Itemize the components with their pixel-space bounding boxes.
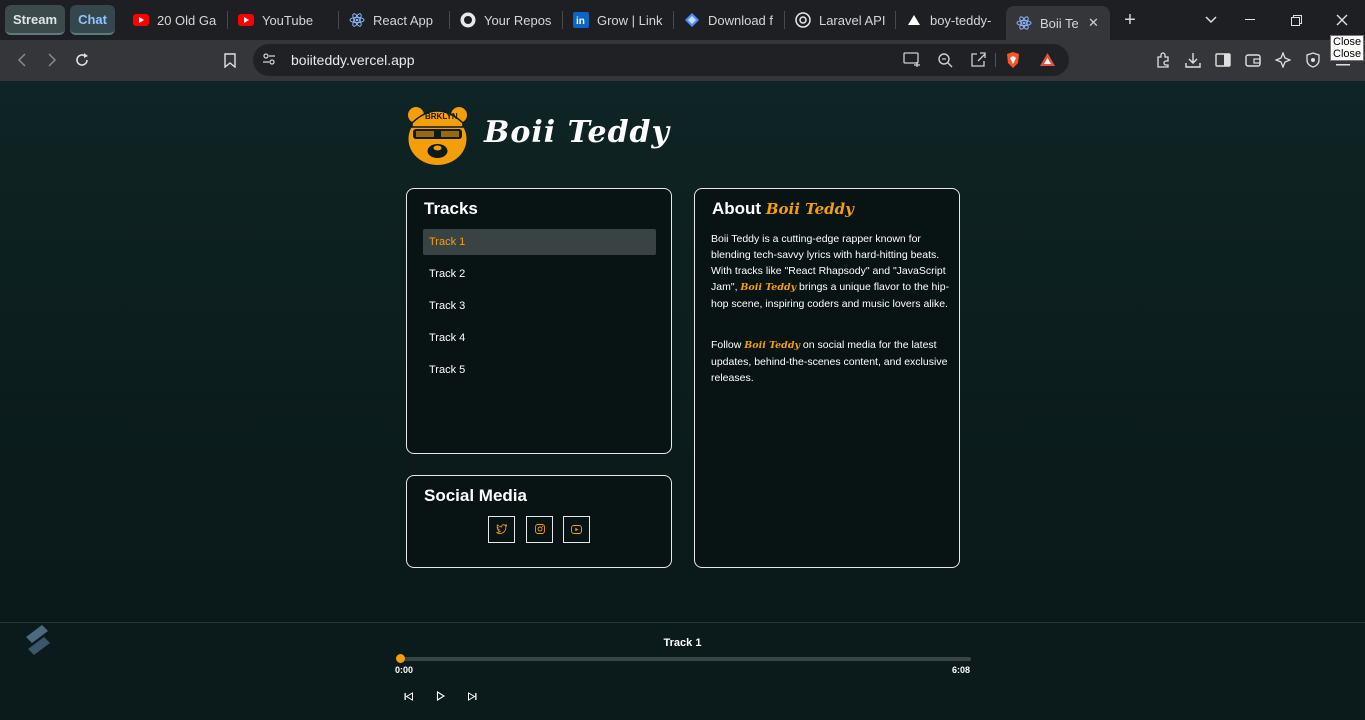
omnibox-divider	[995, 53, 996, 67]
bookmark-icon[interactable]	[215, 45, 245, 75]
download-site-icon	[684, 12, 700, 28]
social-media-heading: Social Media	[424, 486, 527, 505]
sidebar-icon[interactable]	[1208, 45, 1238, 75]
forward-icon[interactable]	[37, 45, 67, 75]
svg-text:in: in	[576, 16, 585, 27]
site-brand-title[interactable]: Boii Teddy	[484, 115, 670, 150]
instagram-icon	[534, 521, 545, 539]
browser-tab[interactable]: YouTube	[228, 0, 338, 40]
restore-icon[interactable]	[1273, 0, 1319, 40]
browser-tab[interactable]: in Grow | Linke	[563, 0, 673, 40]
now-playing-title: Track 1	[663, 637, 702, 649]
play-icon[interactable]	[433, 689, 447, 703]
reload-icon[interactable]	[67, 45, 97, 75]
tracks-card: Tracks Track 1 Track 2 Track 3 Track 4 T…	[406, 188, 672, 454]
twitter-icon	[496, 521, 508, 539]
progress-bar[interactable]	[396, 654, 971, 663]
youtube-icon	[132, 12, 149, 28]
browser-tab[interactable]: Your Reposi	[450, 0, 562, 40]
tab-group-chat[interactable]: Chat	[70, 5, 115, 35]
share-icon[interactable]	[970, 51, 987, 73]
close-window-icon[interactable]	[1319, 0, 1365, 40]
youtube-icon	[571, 521, 582, 539]
brave-rewards-icon[interactable]	[1039, 52, 1056, 72]
total-duration: 6:08	[952, 665, 971, 675]
about-card: About Boii Teddy Boii Teddy is a cutting…	[694, 188, 960, 568]
browser-toolbar: boiiteddy.vercel.app	[0, 40, 1365, 81]
browser-tab-active[interactable]: Boii Te ✕	[1005, 6, 1110, 40]
tab-title: boy-teddy-	[929, 12, 992, 28]
tab-title: React App	[372, 12, 433, 28]
tracks-heading: Tracks	[424, 199, 478, 218]
track-item-3[interactable]: Track 3	[423, 293, 656, 319]
openai-icon	[795, 12, 811, 28]
audio-player: Track 1 0:00 6:08	[0, 622, 1365, 720]
tab-title: Your Reposi	[483, 12, 552, 28]
tab-title: Laravel API	[818, 12, 885, 28]
browser-tab-strip: Stream Chat 20 Old Gam YouTube React App…	[0, 0, 1365, 40]
track-item-5[interactable]: Track 5	[423, 357, 656, 383]
about-heading: About Boii Teddy	[712, 199, 854, 219]
tab-title: Boii Te	[1039, 15, 1078, 31]
track-item-4[interactable]: Track 4	[423, 325, 656, 351]
previous-track-icon[interactable]	[401, 689, 415, 703]
brand-mention: Boii Teddy	[744, 340, 800, 351]
close-tooltip: Close Close	[1330, 35, 1365, 61]
vpn-icon[interactable]	[1298, 45, 1328, 75]
twitter-link[interactable]	[488, 516, 515, 543]
track-item-2[interactable]: Track 2	[423, 261, 656, 287]
about-paragraph-1: Boii Teddy is a cutting-edge rapper know…	[711, 231, 951, 312]
browser-tab[interactable]: Laravel API	[785, 0, 895, 40]
tab-title: Grow | Linke	[596, 12, 663, 28]
leo-ai-icon[interactable]	[1268, 45, 1298, 75]
tab-group-stream[interactable]: Stream	[5, 5, 66, 35]
about-paragraph-2: Follow Boii Teddy on social media for th…	[711, 337, 951, 386]
tab-title: Download f	[707, 12, 774, 28]
tab-title: YouTube	[261, 12, 314, 28]
about-heading-prefix: About	[712, 199, 762, 218]
logo-text: BRKLYN	[425, 112, 458, 121]
react-icon	[1016, 15, 1032, 31]
progress-handle[interactable]	[396, 654, 405, 663]
browser-tab[interactable]: React App	[339, 0, 449, 40]
about-heading-brand: Boii Teddy	[765, 200, 854, 218]
github-icon	[460, 12, 476, 28]
back-icon[interactable]	[7, 45, 37, 75]
downloads-icon[interactable]	[1178, 45, 1208, 75]
brave-shield-icon[interactable]	[1005, 51, 1021, 74]
extensions-icon[interactable]	[1148, 45, 1178, 75]
browser-tab[interactable]: boy-teddy-	[896, 0, 1006, 40]
bear-logo: BRKLYN	[406, 99, 469, 167]
wallet-icon[interactable]	[1238, 45, 1268, 75]
vercel-icon	[906, 12, 922, 28]
current-time: 0:00	[395, 665, 414, 675]
minimize-icon[interactable]	[1227, 0, 1273, 40]
linkedin-icon: in	[572, 12, 589, 28]
about-text: Follow	[711, 339, 745, 351]
next-track-icon[interactable]	[465, 689, 479, 703]
brand-mention: Boii Teddy	[740, 282, 797, 293]
browser-tab[interactable]: 20 Old Gam	[123, 0, 227, 40]
zoom-icon[interactable]	[937, 52, 953, 73]
cast-icon[interactable]	[903, 52, 921, 72]
close-tab-icon[interactable]: ✕	[1088, 15, 1099, 31]
react-icon	[349, 12, 365, 28]
youtube-icon	[237, 12, 254, 28]
address-bar[interactable]: boiiteddy.vercel.app	[253, 44, 1069, 76]
social-media-card: Social Media	[406, 475, 672, 568]
url-text[interactable]: boiiteddy.vercel.app	[291, 52, 414, 68]
browser-tab[interactable]: Download f	[674, 0, 784, 40]
track-item-1[interactable]: Track 1	[423, 229, 656, 255]
youtube-link[interactable]	[563, 516, 590, 543]
instagram-link[interactable]	[526, 516, 553, 543]
new-tab-button[interactable]: +	[1110, 0, 1150, 40]
tab-title: 20 Old Gam	[156, 12, 217, 28]
site-settings-icon[interactable]	[262, 52, 276, 71]
